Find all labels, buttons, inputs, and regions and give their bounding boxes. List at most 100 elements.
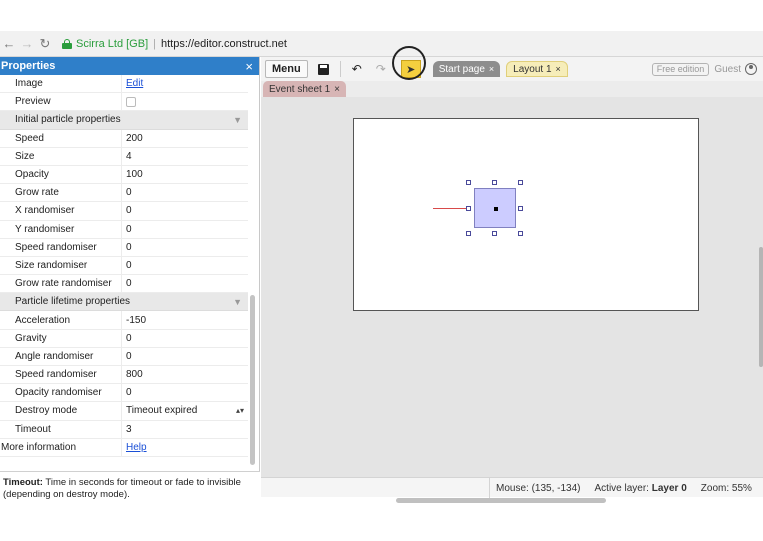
property-value[interactable]: 200 bbox=[122, 130, 248, 147]
property-value[interactable]: 0 bbox=[122, 275, 248, 292]
property-row: Grow rate 0 bbox=[0, 184, 248, 203]
resize-handle[interactable] bbox=[466, 180, 471, 185]
resize-handle[interactable] bbox=[518, 206, 523, 211]
close-tab-icon[interactable]: × bbox=[334, 84, 340, 95]
property-value[interactable]: 4 bbox=[122, 148, 248, 165]
properties-scrollbar[interactable] bbox=[250, 295, 255, 465]
property-row: Opacity randomiser 0 bbox=[0, 384, 248, 403]
property-name: Destroy mode bbox=[0, 402, 122, 420]
property-value[interactable]: 3 bbox=[122, 421, 248, 438]
property-value[interactable]: 0 bbox=[122, 257, 248, 274]
property-row: Y randomiser 0 bbox=[0, 220, 248, 239]
dropdown-arrows-icon[interactable]: ▴▾ bbox=[236, 406, 244, 415]
collapse-triangle-icon[interactable]: ▼ bbox=[233, 297, 242, 307]
property-value[interactable]: 0 bbox=[122, 348, 248, 365]
property-value[interactable]: 800 bbox=[122, 366, 248, 383]
horizontal-scrollbar[interactable] bbox=[396, 498, 606, 503]
origin-point bbox=[494, 207, 498, 211]
layout-canvas[interactable] bbox=[353, 118, 699, 311]
redo-icon[interactable]: ↷ bbox=[373, 61, 389, 77]
tab-label: Layout 1 bbox=[513, 63, 552, 75]
property-row: Grow rate randomiser 0 bbox=[0, 275, 248, 294]
menu-button[interactable]: Menu bbox=[265, 60, 308, 78]
close-icon[interactable]: × bbox=[245, 59, 253, 74]
particle-emitter-object[interactable] bbox=[474, 188, 516, 228]
lock-icon bbox=[62, 38, 72, 49]
section-title: Initial particle properties bbox=[15, 114, 121, 126]
vertical-scrollbar[interactable] bbox=[759, 247, 763, 367]
property-row: Acceleration -150 bbox=[0, 311, 248, 330]
resize-handle[interactable] bbox=[518, 231, 523, 236]
back-arrow-icon[interactable]: ← bbox=[0, 36, 18, 51]
resize-handle[interactable] bbox=[492, 180, 497, 185]
close-tab-icon[interactable]: × bbox=[489, 64, 494, 74]
preview-checkbox[interactable] bbox=[126, 96, 136, 107]
editor-screen: ← → ↻ Scirra Ltd [GB] | https://editor.c… bbox=[0, 0, 763, 541]
properties-panel: Properties × Image Edit Preview Initial … bbox=[0, 57, 260, 505]
site-identity: Scirra Ltd [GB] bbox=[76, 37, 149, 50]
property-name: Speed randomiser bbox=[0, 366, 122, 384]
property-name: Grow rate randomiser bbox=[0, 275, 122, 293]
property-name: More information bbox=[0, 438, 122, 456]
tab-label: Start page bbox=[438, 63, 485, 75]
property-row: X randomiser 0 bbox=[0, 202, 248, 221]
property-name: Speed bbox=[0, 129, 122, 147]
tab-event-sheet-1[interactable]: Event sheet 1 × bbox=[263, 81, 346, 97]
collapse-triangle-icon[interactable]: ▼ bbox=[233, 115, 242, 125]
browser-address-bar: ← → ↻ Scirra Ltd [GB] | https://editor.c… bbox=[0, 31, 763, 57]
property-value[interactable]: 0 bbox=[122, 239, 248, 256]
forward-arrow-icon[interactable]: → bbox=[18, 36, 36, 51]
mouse-position: Mouse: (135, -134) bbox=[496, 482, 581, 494]
edit-image-link[interactable]: Edit bbox=[126, 78, 143, 89]
property-name: Acceleration bbox=[0, 311, 122, 329]
property-name: Size randomiser bbox=[0, 256, 122, 275]
property-name: X randomiser bbox=[0, 202, 122, 220]
description-label: Timeout: bbox=[3, 477, 43, 488]
property-name: Y randomiser bbox=[0, 220, 122, 238]
property-value[interactable]: 0 bbox=[122, 330, 248, 347]
layout-view[interactable] bbox=[261, 97, 763, 477]
property-row: Opacity 100 bbox=[0, 165, 248, 185]
property-name: Opacity bbox=[0, 165, 122, 184]
property-value[interactable]: 0 bbox=[122, 384, 248, 401]
property-row: Size randomiser 0 bbox=[0, 256, 248, 276]
property-value[interactable]: 0 bbox=[122, 221, 248, 238]
properties-list[interactable]: Image Edit Preview Initial particle prop… bbox=[0, 75, 260, 469]
property-value[interactable]: 100 bbox=[122, 166, 248, 183]
initial-properties: Speed 200 Size 4 Opacity 100 Grow rate 0 X rando… bbox=[0, 129, 260, 294]
resize-handle[interactable] bbox=[518, 180, 523, 185]
user-icon[interactable] bbox=[745, 63, 757, 75]
property-row: Angle randomiser 0 bbox=[0, 347, 248, 366]
tab-start-page[interactable]: Start page × bbox=[432, 61, 501, 77]
section-initial-particle[interactable]: Initial particle properties ▼ bbox=[0, 111, 248, 130]
url-field[interactable]: https://editor.construct.net bbox=[161, 38, 287, 50]
property-row: Speed 200 bbox=[0, 129, 248, 148]
properties-header: Properties × bbox=[0, 57, 259, 75]
property-row-more-information: More information Help bbox=[0, 438, 248, 457]
property-name: Preview bbox=[0, 93, 122, 111]
resize-handle[interactable] bbox=[492, 231, 497, 236]
property-name: Speed randomiser bbox=[0, 238, 122, 256]
undo-icon[interactable]: ↶ bbox=[349, 61, 365, 77]
resize-handle[interactable] bbox=[466, 231, 471, 236]
section-title: Particle lifetime properties bbox=[15, 296, 131, 308]
property-value[interactable]: -150 bbox=[122, 311, 248, 328]
property-value[interactable]: 0 bbox=[122, 202, 248, 219]
destroy-mode-select[interactable]: Timeout expired ▴▾ bbox=[122, 402, 248, 419]
property-value[interactable]: 0 bbox=[122, 184, 248, 201]
help-link[interactable]: Help bbox=[126, 442, 147, 453]
resize-handle[interactable] bbox=[466, 206, 471, 211]
close-tab-icon[interactable]: × bbox=[556, 64, 561, 74]
section-particle-lifetime[interactable]: Particle lifetime properties ▼ bbox=[0, 293, 248, 312]
property-name: Size bbox=[0, 147, 122, 165]
property-name: Opacity randomiser bbox=[0, 384, 122, 402]
property-name: Grow rate bbox=[0, 184, 122, 202]
tab-layout-1[interactable]: Layout 1 × bbox=[506, 61, 568, 77]
property-row: Speed randomiser 800 bbox=[0, 366, 248, 385]
property-row-image: Image Edit bbox=[0, 75, 248, 94]
user-name[interactable]: Guest bbox=[714, 64, 741, 75]
edition-badge[interactable]: Free edition bbox=[651, 62, 710, 76]
reload-icon[interactable]: ↻ bbox=[36, 36, 54, 52]
property-row: Destroy mode Timeout expired ▴▾ bbox=[0, 402, 248, 421]
save-icon[interactable] bbox=[316, 61, 332, 77]
